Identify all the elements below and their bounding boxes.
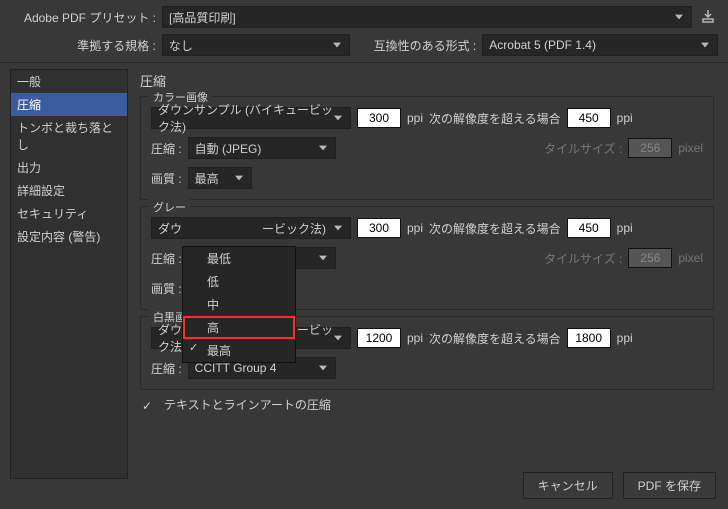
chevron-down-icon — [315, 360, 331, 376]
gray-tile-input — [628, 248, 672, 268]
color-tile-input — [628, 138, 672, 158]
color-downsample-select[interactable]: ダウンサンプル (バイキュービック法) — [151, 107, 351, 129]
mono-compress-label: 圧縮 : — [151, 360, 182, 377]
color-tile-label: タイルサイズ : — [544, 140, 622, 157]
gray-threshold-label: 次の解像度を超える場合 — [429, 220, 561, 237]
sidebar-item-summary[interactable]: 設定内容 (警告) — [11, 225, 127, 248]
save-preset-icon[interactable] — [698, 7, 718, 27]
quality-option-high[interactable]: 高 — [183, 316, 295, 339]
chevron-down-icon — [315, 250, 331, 266]
sidebar-item-output[interactable]: 出力 — [11, 156, 127, 179]
save-pdf-button[interactable]: PDF を保存 — [623, 472, 716, 499]
category-sidebar: 一般 圧縮 トンボと裁ち落とし 出力 詳細設定 セキュリティ 設定内容 (警告) — [10, 69, 128, 479]
gray-threshold-input[interactable] — [567, 218, 611, 238]
chevron-down-icon — [671, 9, 687, 25]
color-quality-value: 最高 — [195, 170, 219, 187]
ppi-unit: ppi — [617, 221, 633, 235]
color-downsample-value: ダウンサンプル (バイキュービック法) — [158, 101, 344, 135]
preset-value: [高品質印刷] — [169, 9, 236, 26]
quality-option-highest-label: 最高 — [207, 344, 231, 358]
gray-quality-label: 画質 : — [151, 280, 182, 297]
gray-downsample-prefix: ダウ — [158, 220, 182, 237]
gray-tile-label: タイルサイズ : — [544, 250, 622, 267]
color-quality-label: 画質 : — [151, 170, 182, 187]
mono-compress-value: CCITT Group 4 — [195, 361, 277, 375]
standard-label: 準拠する規格 : — [10, 37, 156, 54]
color-quality-select[interactable]: 最高 — [188, 167, 252, 189]
quality-option-low[interactable]: 低 — [183, 270, 295, 293]
color-threshold-input[interactable] — [567, 108, 611, 128]
quality-option-lowest[interactable]: 最低 — [183, 247, 295, 270]
compat-label: 互換性のある形式 : — [374, 37, 477, 54]
chevron-down-icon — [231, 170, 247, 186]
gray-downsample-suffix: ービック法) — [262, 220, 326, 237]
preset-select[interactable]: [高品質印刷] — [162, 6, 692, 28]
chevron-down-icon — [329, 37, 345, 53]
quality-option-medium[interactable]: 中 — [183, 293, 295, 316]
pixel-unit: pixel — [678, 141, 703, 155]
ppi-unit: ppi — [617, 331, 633, 345]
color-compress-label: 圧縮 : — [151, 140, 182, 157]
ppi-unit: ppi — [407, 111, 423, 125]
mono-threshold-label: 次の解像度を超える場合 — [429, 330, 561, 347]
quality-dropdown-menu: 最低 低 中 高 ✓ 最高 — [182, 246, 296, 363]
chevron-down-icon — [330, 110, 346, 126]
chevron-down-icon — [330, 220, 346, 236]
gray-group-title: グレー — [149, 199, 190, 215]
quality-option-highest[interactable]: ✓ 最高 — [183, 339, 295, 362]
sidebar-item-advanced[interactable]: 詳細設定 — [11, 179, 127, 202]
standard-select[interactable]: なし — [162, 34, 350, 56]
text-compress-checkbox-label[interactable]: テキストとラインアートの圧縮 — [164, 396, 331, 413]
cancel-button[interactable]: キャンセル — [523, 472, 613, 499]
compat-select[interactable]: Acrobat 5 (PDF 1.4) — [482, 34, 718, 56]
sidebar-item-marks[interactable]: トンボと裁ち落とし — [11, 116, 127, 156]
color-compress-value: 自動 (JPEG) — [195, 140, 262, 157]
chevron-down-icon — [315, 140, 331, 156]
ppi-unit: ppi — [407, 331, 423, 345]
chevron-down-icon — [330, 330, 346, 346]
sidebar-item-compression[interactable]: 圧縮 — [11, 93, 127, 116]
pixel-unit: pixel — [678, 251, 703, 265]
gray-downsample-select[interactable]: ダウ ービック法) — [151, 217, 351, 239]
chevron-down-icon — [697, 37, 713, 53]
color-threshold-label: 次の解像度を超える場合 — [429, 110, 561, 127]
check-icon: ✓ — [142, 399, 154, 411]
mono-threshold-input[interactable] — [567, 328, 611, 348]
color-compress-select[interactable]: 自動 (JPEG) — [188, 137, 336, 159]
color-ppi-input[interactable] — [357, 108, 401, 128]
sidebar-item-security[interactable]: セキュリティ — [11, 202, 127, 225]
ppi-unit: ppi — [407, 221, 423, 235]
check-icon: ✓ — [189, 341, 198, 354]
compat-value: Acrobat 5 (PDF 1.4) — [489, 38, 596, 52]
standard-value: なし — [169, 37, 193, 54]
preset-label: Adobe PDF プリセット : — [10, 9, 156, 26]
mono-ppi-input[interactable] — [357, 328, 401, 348]
section-title: 圧縮 — [140, 69, 714, 96]
sidebar-item-general[interactable]: 一般 — [11, 70, 127, 93]
ppi-unit: ppi — [617, 111, 633, 125]
gray-ppi-input[interactable] — [357, 218, 401, 238]
color-group: カラー画像 ダウンサンプル (バイキュービック法) ppi 次の解像度を超える場… — [140, 96, 714, 200]
gray-compress-label: 圧縮 : — [151, 250, 182, 267]
